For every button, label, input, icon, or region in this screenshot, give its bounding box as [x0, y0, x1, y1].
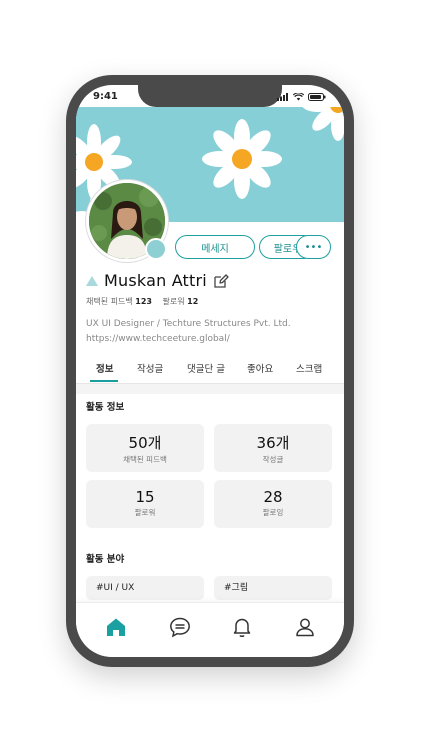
phone-frame: 9:41 메세지 팔로우 ••• Muskan Attri 채택된 피드백 12…	[66, 75, 354, 667]
activity-card[interactable]: 36개 작성글	[214, 424, 332, 472]
field-tag[interactable]: #UI / UX	[86, 576, 204, 600]
profile-name: Muskan Attri	[104, 271, 207, 290]
battery-icon	[308, 93, 326, 101]
stat-value: 123	[135, 297, 152, 306]
activity-section-title: 활동 정보	[86, 402, 125, 413]
card-value: 36개	[256, 434, 290, 452]
app-screen: 9:41 메세지 팔로우 ••• Muskan Attri 채택된 피드백 12…	[76, 85, 344, 657]
tab-commented-posts[interactable]: 댓글단 글	[187, 361, 225, 375]
card-value: 15	[135, 488, 155, 506]
notch	[138, 85, 282, 107]
tab-scraps[interactable]: 스크랩	[296, 361, 322, 375]
status-time: 9:41	[93, 91, 118, 102]
online-status-dot	[145, 238, 167, 260]
tab-info[interactable]: 정보	[96, 361, 113, 375]
message-button[interactable]: 메세지	[175, 235, 255, 259]
bio-link[interactable]: https://www.techceeture.global/	[86, 332, 291, 347]
bell-icon[interactable]	[230, 615, 254, 639]
user-icon[interactable]	[293, 615, 317, 639]
activity-card[interactable]: 15 팔로워	[86, 480, 204, 528]
wifi-icon	[293, 93, 304, 101]
profile-bio: UX UI Designer / Techture Structures Pvt…	[86, 317, 291, 347]
stat-value: 12	[187, 297, 199, 306]
bio-line: UX UI Designer / Techture Structures Pvt…	[86, 319, 291, 329]
card-value: 50개	[128, 434, 162, 452]
chat-icon[interactable]	[168, 615, 192, 639]
fields-section-title: 활동 분야	[86, 554, 125, 565]
card-label: 팔로잉	[262, 508, 284, 517]
profile-name-row: Muskan Attri	[86, 271, 229, 290]
more-button[interactable]: •••	[296, 235, 331, 259]
activity-card[interactable]: 50개 채택된 피드백	[86, 424, 204, 472]
profile-tabs: 정보 작성글 댓글단 글 좋아요 스크랩	[76, 357, 344, 384]
bottom-nav	[76, 602, 344, 657]
status-bar: 9:41	[76, 85, 344, 113]
activity-card[interactable]: 28 팔로잉	[214, 480, 332, 528]
stat-label: 팔로워	[162, 297, 185, 306]
field-tag[interactable]: #그림	[214, 576, 332, 600]
home-icon[interactable]	[104, 615, 128, 639]
stat-label: 채택된 피드백	[86, 297, 133, 306]
status-icons	[277, 93, 326, 101]
card-label: 채택된 피드백	[123, 455, 167, 464]
card-label: 팔로워	[134, 508, 156, 517]
profile-stats: 채택된 피드백 123 팔로워 12	[86, 296, 206, 307]
edit-icon[interactable]	[213, 273, 229, 289]
card-value: 28	[263, 488, 283, 506]
rank-triangle-icon	[86, 275, 98, 286]
section-divider	[76, 384, 344, 394]
tab-likes[interactable]: 좋아요	[247, 361, 273, 375]
active-tab-indicator	[90, 380, 118, 382]
card-label: 작성글	[262, 455, 284, 464]
signal-icon	[277, 93, 288, 101]
tab-posts[interactable]: 작성글	[137, 361, 163, 375]
